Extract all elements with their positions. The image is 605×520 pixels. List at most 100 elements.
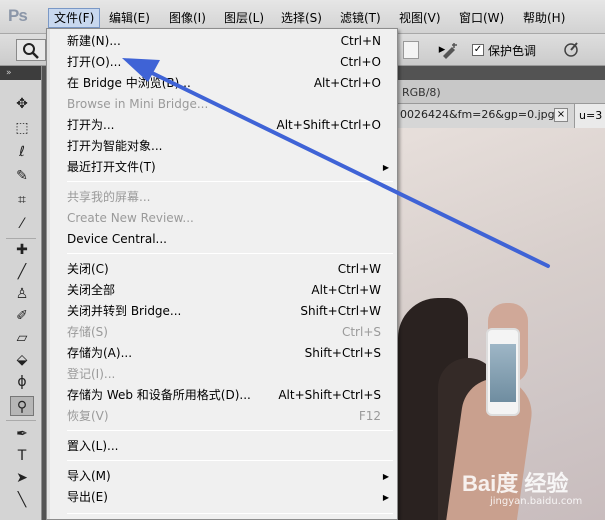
image-canvas[interactable]: Bai度 经验 jingyan.baidu.com	[398, 128, 605, 520]
menu-item-share-screen[interactable]: 共享我的屏幕...	[51, 187, 395, 208]
photo-phone-screen	[490, 344, 516, 402]
menu-item-close-go-bridge[interactable]: 关闭并转到 Bridge... Shift+Ctrl+W	[51, 301, 395, 322]
menu-item-open-smart-object[interactable]: 打开为智能对象...	[51, 136, 395, 157]
path-select-tool-icon[interactable]: ➤	[10, 468, 34, 488]
menu-item-label: 存储为 Web 和设备所用格式(D)...	[67, 388, 251, 402]
baidu-watermark: Bai度 经验	[462, 471, 569, 496]
menu-item-label: Device Central...	[67, 232, 167, 246]
quick-select-tool-icon[interactable]: ✎	[10, 166, 34, 186]
menu-item-check-in[interactable]: 登记(I)...	[51, 364, 395, 385]
menu-help[interactable]: 帮助(H)	[518, 8, 570, 28]
menu-item-device-central[interactable]: Device Central...	[51, 229, 395, 250]
menu-item-close-all[interactable]: 关闭全部 Alt+Ctrl+W	[51, 280, 395, 301]
menu-item-save-for-web[interactable]: 存储为 Web 和设备所用格式(D)... Alt+Shift+Ctrl+S	[51, 385, 395, 406]
menu-item-revert[interactable]: 恢复(V) F12	[51, 406, 395, 427]
document-tab-1[interactable]: RGB/8)	[398, 83, 445, 103]
tool-divider	[6, 420, 36, 421]
healing-brush-tool-icon[interactable]: ✚	[10, 240, 34, 260]
menu-item-browse-bridge[interactable]: 在 Bridge 中浏览(B)... Alt+Ctrl+O	[51, 73, 395, 94]
menu-item-shortcut: Alt+Shift+Ctrl+S	[278, 388, 381, 402]
menu-item-label: 恢复(V)	[67, 409, 109, 423]
menu-item-shortcut: Ctrl+O	[340, 55, 381, 69]
menu-item-shortcut: Shift+Ctrl+S	[304, 346, 381, 360]
menu-item-recent-files[interactable]: 最近打开文件(T) ▶	[51, 157, 395, 178]
pen-tool-icon[interactable]: ✒	[10, 424, 34, 444]
menu-item-shortcut: F12	[358, 409, 381, 423]
protect-tones-label: 保护色调	[488, 44, 537, 58]
document-tab-3[interactable]: u=3	[574, 104, 605, 128]
type-tool-icon[interactable]: T	[10, 446, 34, 466]
tools-panel: » ✥ ⬚ ℓ ✎ ⌗ ⁄ ✚ ╱ ♙ ✐ ▱ ⬙ ϕ ⚲ ✒ T ➤ ╲	[0, 66, 42, 520]
menu-item-open[interactable]: 打开(O)... Ctrl+O	[51, 52, 395, 73]
marquee-tool-icon[interactable]: ⬚	[10, 118, 34, 138]
menu-separator	[67, 181, 393, 182]
menu-item-label: Create New Review...	[67, 211, 194, 225]
menu-item-save-as[interactable]: 存储为(A)... Shift+Ctrl+S	[51, 343, 395, 364]
menu-item-shortcut: Ctrl+W	[337, 262, 381, 276]
tools-panel-collapse-icon[interactable]: »	[0, 66, 41, 80]
menu-separator	[67, 513, 393, 514]
submenu-arrow-icon: ▶	[382, 472, 389, 481]
tool-divider	[6, 238, 36, 239]
menu-item-label: Browse in Mini Bridge...	[67, 97, 209, 111]
line-tool-icon[interactable]: ╲	[10, 490, 34, 510]
menu-item-mini-bridge[interactable]: Browse in Mini Bridge...	[51, 94, 395, 115]
menu-item-export[interactable]: 导出(E) ▶	[51, 487, 395, 508]
menu-item-label: 最近打开文件(T)	[67, 160, 156, 174]
menu-window[interactable]: 窗口(W)	[454, 8, 509, 28]
menu-item-label: 导出(E)	[67, 490, 108, 504]
menu-select[interactable]: 选择(S)	[276, 8, 327, 28]
menu-item-label: 存储为(A)...	[67, 346, 133, 360]
lasso-tool-icon[interactable]: ℓ	[10, 142, 34, 162]
tablet-pressure-icon[interactable]	[562, 41, 580, 59]
menu-separator	[67, 430, 393, 431]
menu-item-shortcut: Alt+Ctrl+W	[311, 283, 381, 297]
menu-item-label: 导入(M)	[67, 469, 111, 483]
menu-item-close[interactable]: 关闭(C) Ctrl+W	[51, 259, 395, 280]
clone-stamp-tool-icon[interactable]: ♙	[10, 284, 34, 304]
menu-item-label: 关闭全部	[67, 283, 116, 297]
menu-item-shortcut: Shift+Ctrl+W	[300, 304, 381, 318]
menu-item-label: 置入(L)...	[67, 439, 119, 453]
move-tool-icon[interactable]: ✥	[10, 94, 34, 114]
value-field[interactable]	[403, 41, 419, 59]
menu-item-label: 打开为...	[67, 118, 115, 132]
menu-filter[interactable]: 滤镜(T)	[335, 8, 386, 28]
menu-file[interactable]: 文件(F)	[48, 8, 101, 28]
eyedropper-tool-icon[interactable]: ⁄	[10, 214, 34, 234]
document-tab-bar: RGB/8) 0026424&fm=26&gp=0.jpg ×	[398, 80, 605, 128]
protect-tones-checkbox[interactable]: ✓	[472, 44, 484, 56]
menu-item-shortcut: Alt+Ctrl+O	[313, 76, 381, 90]
menu-item-open-as[interactable]: 打开为... Alt+Shift+Ctrl+O	[51, 115, 395, 136]
menu-item-place[interactable]: 置入(L)...	[51, 436, 395, 457]
menu-item-new[interactable]: 新建(N)... Ctrl+N	[51, 31, 395, 52]
menu-item-label: 新建(N)...	[67, 34, 121, 48]
tool-preset-picker[interactable]	[16, 39, 46, 61]
dodge-tool-icon[interactable]: ϕ	[10, 372, 34, 392]
menu-item-save[interactable]: 存储(S) Ctrl+S	[51, 322, 395, 343]
history-brush-tool-icon[interactable]: ✐	[10, 306, 34, 326]
menu-edit[interactable]: 编辑(E)	[104, 8, 155, 28]
eraser-tool-icon[interactable]: ▱	[10, 328, 34, 348]
menu-item-label: 关闭(C)	[67, 262, 109, 276]
airbrush-icon[interactable]	[440, 42, 460, 60]
menu-view[interactable]: 视图(V)	[394, 8, 446, 28]
document-tab-2-title: 0026424&fm=26&gp=0.jpg	[400, 108, 555, 121]
menu-item-create-review[interactable]: Create New Review...	[51, 208, 395, 229]
menu-gutter	[47, 29, 50, 519]
menu-image[interactable]: 图像(I)	[164, 8, 211, 28]
brush-tool-icon[interactable]: ╱	[10, 262, 34, 282]
menu-item-label: 打开为智能对象...	[67, 139, 163, 153]
menu-item-shortcut: Ctrl+S	[341, 325, 381, 339]
paint-bucket-tool-icon[interactable]: ⬙	[10, 350, 34, 370]
file-menu-dropdown: 新建(N)... Ctrl+N 打开(O)... Ctrl+O 在 Bridge 中…	[46, 28, 398, 520]
menu-item-label: 共享我的屏幕...	[67, 190, 151, 204]
menu-item-import[interactable]: 导入(M) ▶	[51, 466, 395, 487]
zoom-tool-icon[interactable]: ⚲	[10, 396, 34, 416]
crop-tool-icon[interactable]: ⌗	[10, 190, 34, 210]
menu-separator	[67, 253, 393, 254]
menu-item-label: 在 Bridge 中浏览(B)...	[67, 76, 191, 90]
submenu-arrow-icon: ▶	[382, 493, 389, 502]
menu-layer[interactable]: 图层(L)	[219, 8, 269, 28]
close-icon[interactable]: ×	[554, 108, 568, 122]
